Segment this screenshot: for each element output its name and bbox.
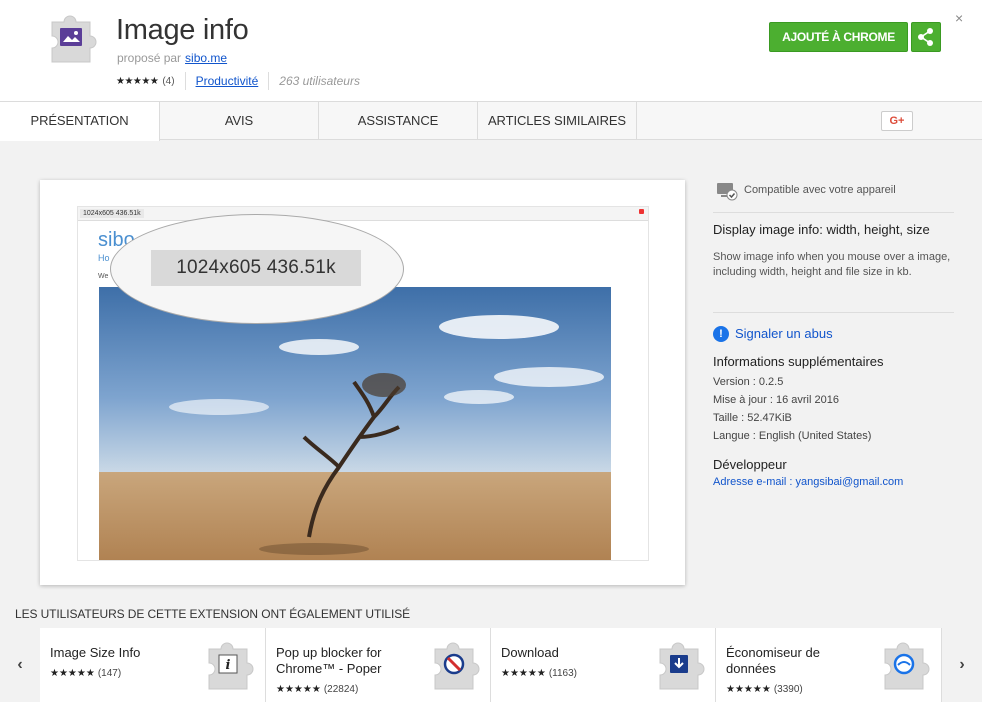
rating-stars: ★★★★★ xyxy=(276,684,321,695)
rating-stars: ★★★★★ xyxy=(50,668,95,679)
added-to-chrome-button[interactable]: AJOUTÉ À CHROME xyxy=(769,22,908,52)
rating-count: (3390) xyxy=(773,684,803,695)
extension-meta: ★★★★★ (4) Productivité 263 utilisateurs xyxy=(116,72,360,90)
related-item[interactable]: Download ★★★★★ (1163) xyxy=(491,628,716,702)
prev-arrow-icon[interactable]: ‹ xyxy=(0,628,40,702)
compatibility-text: Compatible avec votre appareil xyxy=(744,184,896,196)
proposed-by-label: proposé par xyxy=(117,51,182,65)
related-item-rating: ★★★★★ (22824) xyxy=(276,684,358,695)
next-arrow-icon[interactable]: › xyxy=(942,628,982,702)
author-line: proposé par sibo.me xyxy=(117,51,227,65)
description-title: Display image info: width, height, size xyxy=(713,222,930,237)
share-button[interactable] xyxy=(911,22,941,52)
share-icon xyxy=(918,28,933,46)
extension-puzzle-icon xyxy=(51,15,97,63)
preview-browser-bar: 1024x605 436.51k xyxy=(78,207,648,221)
desert-tree-photo xyxy=(99,287,611,560)
rating-count: (147) xyxy=(97,668,122,679)
divider xyxy=(184,72,186,90)
size-text: Taille : 52.47KiB xyxy=(713,412,792,424)
divider xyxy=(713,312,954,313)
close-icon[interactable]: × xyxy=(955,10,963,26)
rating-count[interactable]: (4) xyxy=(162,76,174,87)
tab-reviews[interactable]: AVIS xyxy=(160,102,319,140)
divider xyxy=(713,212,954,213)
preview-close-icon xyxy=(639,209,644,214)
extension-title: Image info xyxy=(116,14,249,46)
developer-title: Développeur xyxy=(713,457,787,472)
tab-support[interactable]: ASSISTANCE xyxy=(319,102,478,140)
description-body: Show image info when you mouse over a im… xyxy=(713,251,951,278)
tab-overview[interactable]: PRÉSENTATION xyxy=(0,102,160,141)
related-item-name: Image Size Info xyxy=(50,645,141,660)
rating-count: (22824) xyxy=(323,684,359,695)
preview-nav: Ho xyxy=(98,253,110,263)
version-text: Version : 0.2.5 xyxy=(713,376,784,388)
download-icon xyxy=(659,642,705,690)
bubble-size-text: 1024x605 436.51k xyxy=(151,250,361,286)
report-abuse-icon: ! xyxy=(713,326,729,342)
tab-related[interactable]: ARTICLES SIMILAIRES xyxy=(478,102,637,140)
updated-text: Mise à jour : 16 avril 2016 xyxy=(713,394,839,406)
related-item-rating: ★★★★★ (1163) xyxy=(501,668,577,679)
extension-header: Image info proposé par sibo.me ★★★★★ (4) … xyxy=(0,0,982,102)
related-item[interactable]: Économiseur de données ★★★★★ (3390) xyxy=(716,628,942,702)
divider xyxy=(268,72,270,90)
block-icon xyxy=(434,642,480,690)
compatible-device-icon xyxy=(717,183,738,201)
rating-count: (1163) xyxy=(548,668,577,679)
svg-text:i: i xyxy=(226,658,231,673)
rating-stars: ★★★★★ xyxy=(501,668,546,679)
related-item-name: Pop up blocker for Chrome™ - Poper xyxy=(276,645,382,676)
related-item-rating: ★★★★★ (147) xyxy=(50,668,121,679)
report-abuse-link[interactable]: Signaler un abus xyxy=(735,326,833,341)
related-item-name: Économiseur de données xyxy=(726,645,820,676)
developer-email-link[interactable]: Adresse e-mail : yangsibai@gmail.com xyxy=(713,476,903,488)
user-count: 263 utilisateurs xyxy=(279,74,360,88)
category-link[interactable]: Productivité xyxy=(196,74,259,88)
preview-size-tag: 1024x605 436.51k xyxy=(80,209,144,218)
tab-bar: PRÉSENTATION AVIS ASSISTANCE ARTICLES SI… xyxy=(0,102,982,141)
preview-welcome: We xyxy=(98,273,109,280)
language-text: Langue : English (United States) xyxy=(713,430,872,442)
rating-stars: ★★★★★ xyxy=(726,684,771,695)
related-item-rating: ★★★★★ (3390) xyxy=(726,684,803,695)
google-plus-button[interactable]: G+ xyxy=(881,111,913,131)
author-link[interactable]: sibo.me xyxy=(185,51,227,65)
related-item[interactable]: Pop up blocker for Chrome™ - Poper ★★★★★… xyxy=(266,628,491,702)
related-section-title: LES UTILISATEURS DE CETTE EXTENSION ONT … xyxy=(15,607,411,621)
info-icon: i xyxy=(208,642,254,690)
additional-info-title: Informations supplémentaires xyxy=(713,354,884,369)
related-item[interactable]: Image Size Info ★★★★★ (147) i xyxy=(40,628,266,702)
related-item-name: Download xyxy=(501,645,559,660)
data-saver-icon xyxy=(884,642,930,690)
rating-stars: ★★★★★ xyxy=(116,75,159,87)
